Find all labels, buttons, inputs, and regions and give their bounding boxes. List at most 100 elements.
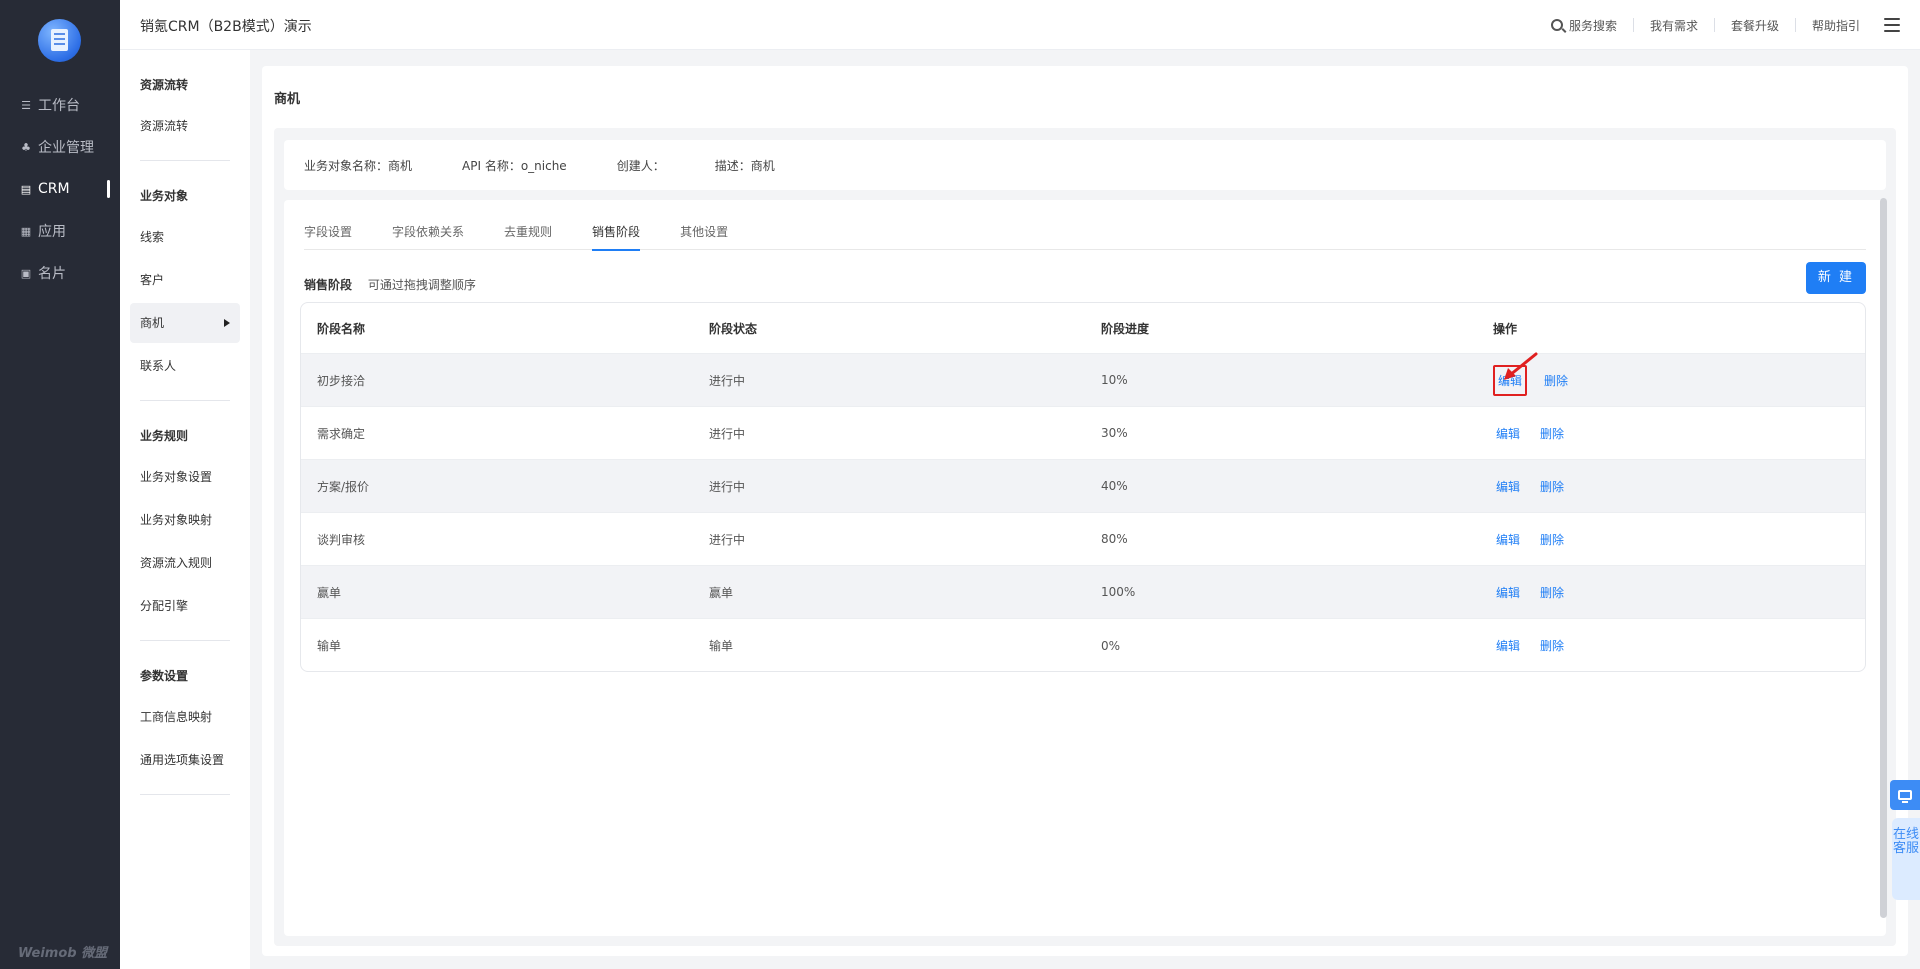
- stage-progress-cell: 100%: [1101, 585, 1136, 599]
- subnav-item-customers[interactable]: 客户: [130, 260, 240, 300]
- divider: [1632, 18, 1634, 32]
- nav-item-label: 企业管理: [38, 140, 94, 156]
- new-stage-button[interactable]: 新 建: [1806, 262, 1866, 294]
- tab-dedupe-rules[interactable]: 去重规则: [504, 214, 552, 250]
- actions-cell: 编辑 删除: [1477, 529, 1865, 550]
- stage-section-title: 销售阶段: [304, 278, 353, 292]
- table-row[interactable]: 输单 输单 0% 编辑 删除: [301, 619, 1865, 671]
- subnav-item-object-mapping[interactable]: 业务对象映射: [130, 500, 240, 540]
- tab-field-dependencies[interactable]: 字段依赖关系: [392, 214, 464, 250]
- subnav-item-label: 商机: [140, 316, 165, 330]
- help-link[interactable]: 帮助指引: [1812, 17, 1860, 34]
- top-header: 销氪CRM（B2B模式）演示 服务搜索 我有需求 套餐升级 帮助指引: [120, 0, 1920, 50]
- org-icon: ♣: [21, 140, 31, 154]
- annotation-arrow-icon: [1504, 352, 1538, 380]
- my-needs-link[interactable]: 我有需求: [1650, 17, 1698, 34]
- table-row[interactable]: 方案/报价 进行中 40% 编辑 删除: [301, 460, 1865, 513]
- stage-section-tip: 可通过拖拽调整顺序: [367, 278, 476, 292]
- stage-status-cell: 赢单: [709, 585, 734, 600]
- settings-card: 字段设置 字段依赖关系 去重规则 销售阶段 其他设置 销售阶段 可通过拖拽调整顺…: [284, 200, 1886, 936]
- divider: [1713, 18, 1715, 32]
- stage-progress-cell: 40%: [1101, 479, 1128, 493]
- delete-link[interactable]: 删除: [1537, 582, 1567, 603]
- actions-cell: 编辑 删除: [1477, 476, 1865, 497]
- tab-sales-stages[interactable]: 销售阶段: [592, 214, 641, 251]
- app-title: 销氪CRM（B2B模式）演示: [140, 19, 312, 35]
- subnav-item-business-info-mapping[interactable]: 工商信息映射: [130, 697, 240, 737]
- online-service-button[interactable]: 在线客服: [1892, 818, 1920, 900]
- description-field: 描述：商机: [714, 158, 775, 173]
- chat-screen-icon[interactable]: [1890, 780, 1920, 810]
- object-name-field: 业务对象名称：商机: [304, 158, 413, 173]
- stage-name-cell: 输单: [317, 639, 342, 653]
- divider: [140, 794, 230, 795]
- page-title: 商机: [274, 92, 301, 107]
- delete-link[interactable]: 删除: [1537, 476, 1567, 497]
- nav-item-label: 工作台: [38, 98, 80, 114]
- divider: [140, 160, 230, 161]
- nav-item-card[interactable]: ▣ 名片: [0, 256, 120, 290]
- apps-icon: ▦: [20, 224, 32, 238]
- stage-name-cell: 方案/报价: [317, 479, 370, 494]
- column-header: 阶段状态: [709, 321, 758, 336]
- tab-field-settings[interactable]: 字段设置: [304, 214, 352, 250]
- nav-item-label: 应用: [38, 224, 66, 240]
- table-row[interactable]: 谈判审核 进行中 80% 编辑 删除: [301, 513, 1865, 566]
- main-sidebar: ☰ 工作台 ♣ 企业管理 ▤ CRM ▦ 应用 ▣ 名片 Weimob 微盟: [0, 0, 120, 969]
- subnav-item-assign-engine[interactable]: 分配引擎: [130, 586, 240, 626]
- crm-subnav: 资源流转 资源流转 业务对象 线索 客户 商机 联系人 业务规则 业务对象设置 …: [120, 50, 250, 969]
- stage-section-header: 销售阶段 可通过拖拽调整顺序: [304, 276, 476, 293]
- table-row[interactable]: 初步接洽 进行中 10% 编辑 删除: [301, 354, 1865, 407]
- delete-link[interactable]: 删除: [1537, 635, 1567, 656]
- nav-item-org[interactable]: ♣ 企业管理: [0, 130, 120, 164]
- subnav-item-resource-flow[interactable]: 资源流转: [130, 106, 240, 146]
- subnav-item-option-sets[interactable]: 通用选项集设置: [130, 740, 240, 780]
- stages-table: 阶段名称 阶段状态 阶段进度 操作 初步接洽 进行中 10% 编辑 删除 需求确定…: [300, 302, 1866, 672]
- subnav-item-object-settings[interactable]: 业务对象设置: [130, 457, 240, 497]
- vertical-scrollbar[interactable]: [1880, 198, 1887, 918]
- delete-link[interactable]: 删除: [1537, 423, 1567, 444]
- table-row[interactable]: 需求确定 进行中 30% 编辑 删除: [301, 407, 1865, 460]
- nav-item-apps[interactable]: ▦ 应用: [0, 214, 120, 248]
- stage-progress-cell: 30%: [1101, 426, 1128, 440]
- subnav-item-leads[interactable]: 线索: [130, 217, 240, 257]
- stage-name-cell: 需求确定: [317, 426, 366, 441]
- nav-item-label: 名片: [38, 266, 66, 282]
- stage-name-cell: 初步接洽: [317, 373, 366, 388]
- hamburger-menu-icon[interactable]: [1884, 18, 1900, 32]
- subnav-item-contacts[interactable]: 联系人: [130, 346, 240, 386]
- stage-name-cell: 赢单: [317, 585, 342, 600]
- search-icon: [1550, 19, 1563, 31]
- object-info-card: 业务对象名称：商机 API 名称：o_niche 创建人： 描述：商机: [284, 140, 1886, 190]
- subnav-group-title: 资源流转: [140, 78, 189, 92]
- subnav-group-title: 业务对象: [140, 189, 189, 203]
- actions-cell: 编辑 删除: [1477, 635, 1865, 656]
- nav-item-workbench[interactable]: ☰ 工作台: [0, 88, 120, 122]
- subnav-item-opportunity[interactable]: 商机: [130, 303, 240, 343]
- api-name-field: API 名称：o_niche: [462, 158, 567, 173]
- edit-link[interactable]: 编辑: [1493, 582, 1523, 603]
- stage-progress-cell: 80%: [1101, 532, 1128, 546]
- service-search-link[interactable]: 服务搜索: [1550, 17, 1617, 34]
- delete-link[interactable]: 删除: [1541, 370, 1571, 391]
- stage-status-cell: 输单: [709, 639, 734, 653]
- edit-link[interactable]: 编辑: [1493, 635, 1523, 656]
- divider: [140, 640, 230, 641]
- edit-link[interactable]: 编辑: [1493, 529, 1523, 550]
- upgrade-link[interactable]: 套餐升级: [1731, 17, 1779, 34]
- column-header: 阶段名称: [317, 321, 366, 336]
- tab-other-settings[interactable]: 其他设置: [680, 214, 728, 250]
- subnav-group-title: 参数设置: [140, 669, 189, 683]
- service-search-label: 服务搜索: [1568, 18, 1617, 33]
- nav-item-crm[interactable]: ▤ CRM: [0, 172, 120, 206]
- content-area: 业务对象名称：商机 API 名称：o_niche 创建人： 描述：商机 字段设置…: [274, 128, 1896, 946]
- card-icon: ▣: [20, 266, 32, 280]
- edit-link[interactable]: 编辑: [1493, 476, 1523, 497]
- edit-link[interactable]: 编辑: [1493, 423, 1523, 444]
- creator-field: 创建人：: [616, 158, 665, 173]
- app-logo-icon[interactable]: [38, 19, 81, 62]
- delete-link[interactable]: 删除: [1537, 529, 1567, 550]
- table-row[interactable]: 赢单 赢单 100% 编辑 删除: [301, 566, 1865, 619]
- subnav-item-inflow-rules[interactable]: 资源流入规则: [130, 543, 240, 583]
- header-links: 服务搜索 我有需求 套餐升级 帮助指引: [1550, 0, 1900, 50]
